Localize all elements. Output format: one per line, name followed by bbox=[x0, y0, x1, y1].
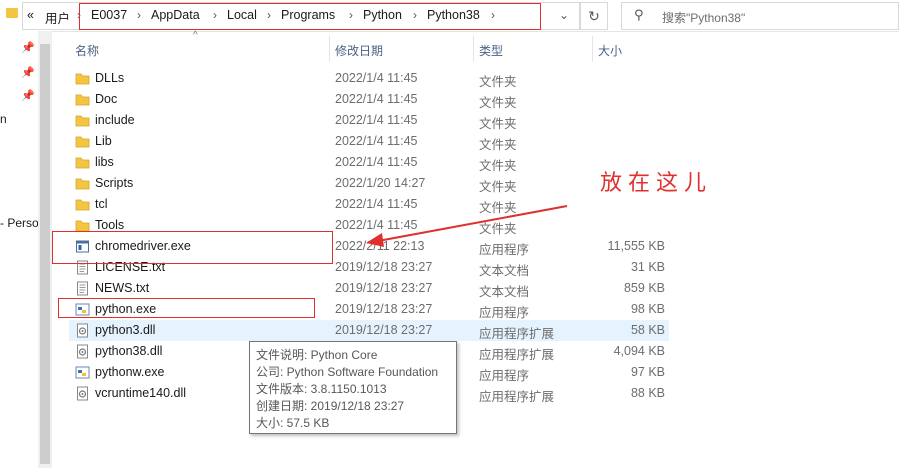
tooltip-created: 创建日期: 2019/12/18 23:27 bbox=[256, 399, 405, 413]
tooltip-company: 公司: Python Software Foundation bbox=[256, 365, 439, 379]
annotation-text: 放在这儿 bbox=[600, 171, 713, 196]
file-tooltip: 文件说明: Python Core 公司: Python Software Fo… bbox=[249, 341, 457, 434]
tooltip-size: 大小: 57.5 KB bbox=[256, 416, 330, 430]
tooltip-description: 文件说明: Python Core bbox=[256, 348, 378, 362]
tooltip-version: 文件版本: 3.8.1150.1013 bbox=[256, 382, 387, 396]
